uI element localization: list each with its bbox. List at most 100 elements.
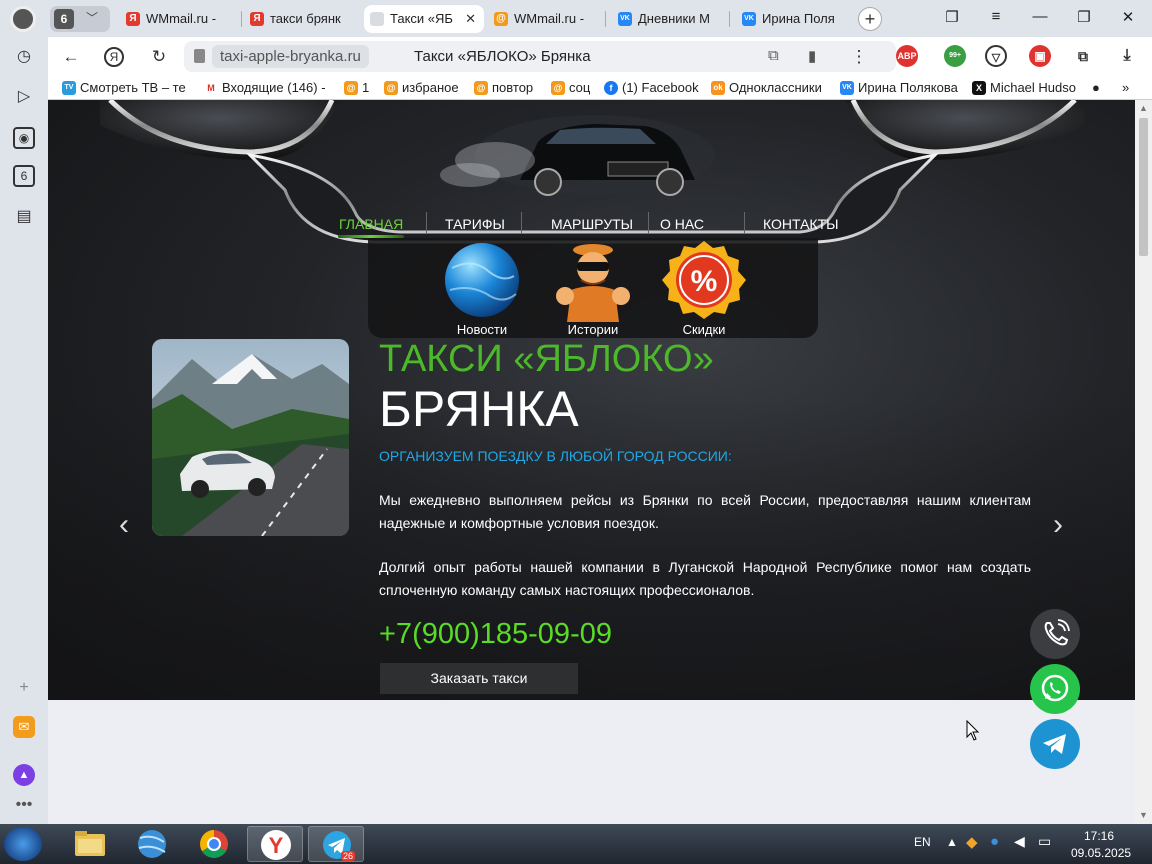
bookmark-item[interactable]: f (1) Facebook [604, 79, 699, 97]
trash-icon[interactable]: ▣ [1029, 45, 1051, 67]
submenu-news[interactable]: Новости [432, 238, 532, 337]
bookmark-icon[interactable]: ▮ [808, 47, 816, 65]
page-lower-section [48, 700, 1135, 824]
wmmail-icon: @ [474, 81, 488, 95]
keyboard-language[interactable]: EN [914, 835, 931, 849]
bookmark-item[interactable]: ok Одноклассники [711, 79, 822, 97]
mail-icon[interactable]: ✉ [13, 716, 35, 738]
bookmark-item[interactable]: VK Ирина Полякова [840, 79, 958, 97]
bookmark-item[interactable]: @ соц [551, 79, 590, 97]
yandex-logo-icon[interactable]: Я [104, 47, 124, 67]
browser-tab[interactable]: VK Дневники М [612, 5, 730, 33]
clock-icon[interactable]: ● [1092, 79, 1100, 97]
network-icon[interactable]: ▭ [1038, 833, 1051, 850]
yandex-browser-icon: Y [261, 830, 291, 860]
taskbar-telegram[interactable]: 26 [308, 826, 364, 862]
start-button[interactable] [4, 827, 42, 861]
yandex-icon: Я [250, 12, 264, 26]
nav-home[interactable]: ГЛАВНАЯ [339, 216, 403, 232]
submenu-discounts[interactable]: % Скидки [654, 238, 754, 337]
scrollbar-thumb[interactable] [1139, 118, 1148, 256]
cartoon-driver-icon [556, 244, 630, 322]
wmmail-icon: @ [551, 81, 565, 95]
volume-icon[interactable]: ◀ [1014, 833, 1025, 850]
submenu-label: Истории [567, 322, 619, 337]
taskbar-yandex-browser[interactable]: Y [247, 826, 303, 862]
profile-icon[interactable] [10, 6, 36, 32]
website-hero-section: ГЛАВНАЯ ТАРИФЫ МАРШРУТЫ О НАС КОНТАКТЫ Н… [48, 100, 1135, 700]
menu-icon[interactable]: ≡ [984, 8, 1008, 25]
address-bar[interactable]: taxi-apple-bryanka.ru Такси «ЯБЛОКО» Бря… [184, 41, 896, 72]
bookmark-item[interactable]: TV Смотреть ТВ – те [62, 79, 186, 97]
scroll-up-icon[interactable]: ▲ [1139, 103, 1148, 113]
address-page-title: Такси «ЯБЛОКО» Брянка [414, 48, 591, 65]
taskbar-chrome[interactable] [186, 826, 242, 862]
bookmark-item[interactable]: M Входящие (146) - [204, 79, 326, 97]
extensions-icon[interactable]: ⧉ [1072, 45, 1094, 67]
call-button[interactable] [1030, 609, 1080, 659]
close-tab-icon[interactable]: ✕ [465, 5, 476, 33]
wmmail-icon: @ [384, 81, 398, 95]
yandex-icon: Я [126, 12, 140, 26]
clock-date[interactable]: 09.05.2025 [1071, 846, 1131, 860]
scroll-down-icon[interactable]: ▼ [1139, 810, 1148, 820]
close-window-icon[interactable]: ✕ [1116, 8, 1140, 26]
url-domain: taxi-apple-bryanka.ru [212, 45, 369, 68]
play-icon[interactable]: ▷ [13, 86, 35, 108]
history-icon[interactable]: ◷ [13, 46, 35, 68]
screenshot-icon[interactable]: ◉ [13, 127, 35, 149]
browser-tab[interactable]: @ WMmail.ru - [488, 5, 606, 33]
adblock-plus-icon[interactable]: ABP [896, 45, 918, 67]
tray-expand-icon[interactable]: ▲ [946, 835, 958, 849]
nav-tariffs[interactable]: ТАРИФЫ [445, 216, 505, 232]
download-icon[interactable]: ⤓ [1116, 45, 1138, 67]
extension-badge-icon[interactable]: 99+ [944, 45, 966, 67]
bookmark-item[interactable]: @ избраное [384, 79, 459, 97]
browser-tab[interactable]: VK Ирина Поля [736, 5, 850, 33]
whatsapp-button[interactable] [1030, 664, 1080, 714]
shield-icon[interactable]: ▽ [985, 45, 1007, 67]
browser-tab-active[interactable]: Такси «ЯБ ✕ [364, 5, 484, 33]
bookmark-item[interactable]: X Michael Hudso [972, 79, 1078, 97]
chevron-down-icon: ﹀ [86, 11, 99, 25]
translate-icon[interactable]: ⧉ [768, 47, 779, 64]
clock-time[interactable]: 17:16 [1084, 829, 1114, 843]
tab-counter-button[interactable]: 6 ﹀ [50, 6, 110, 32]
submenu-panel: Новости Истории % Скидки [368, 238, 818, 338]
taskbar-explorer[interactable] [62, 826, 118, 862]
notes-icon[interactable]: ▤ [13, 206, 35, 228]
restore-window-icon[interactable]: ❐ [1072, 8, 1096, 26]
back-arrow-icon[interactable]: ← [60, 46, 82, 68]
alice-assistant-icon[interactable]: ▲ [13, 764, 35, 786]
order-taxi-button[interactable]: Заказать такси [380, 663, 578, 694]
telegram-button[interactable] [1030, 719, 1080, 769]
mouse-cursor-icon [966, 720, 980, 741]
nav-about[interactable]: О НАС [660, 216, 704, 232]
page-scrollbar[interactable]: ▲ ▼ [1135, 100, 1152, 824]
more-icon[interactable]: ••• [13, 794, 35, 816]
sidebar-badge[interactable]: 6 [13, 165, 35, 187]
reload-icon[interactable]: ↻ [148, 46, 170, 68]
submenu-stories[interactable]: Истории [543, 238, 643, 337]
slider-next-arrow-icon[interactable]: › [1048, 510, 1068, 540]
taskbar-ie[interactable] [124, 826, 180, 862]
more-bookmarks-icon[interactable]: » [1122, 79, 1129, 97]
bookmark-collections-icon[interactable]: ❐ [940, 8, 964, 26]
bookmark-item[interactable]: @ повтор [474, 79, 533, 97]
vk-icon: VK [742, 12, 756, 26]
browser-sidebar: ◷ ▷ ◉ 6 ▤ + ✉ ▲ ••• [0, 37, 48, 824]
new-tab-button[interactable]: + [858, 7, 882, 31]
browser-tab[interactable]: Я такси брянк [244, 5, 358, 33]
hero-phone-number[interactable]: +7(900)185-09-09 [379, 618, 612, 651]
bookmark-item[interactable]: @1 [344, 79, 369, 97]
minimize-icon[interactable]: — [1028, 8, 1052, 25]
globe-icon [138, 830, 166, 858]
tray-network-app-icon[interactable]: ● [990, 833, 999, 850]
slider-prev-arrow-icon[interactable]: ‹ [114, 510, 134, 540]
add-panel-icon[interactable]: + [13, 677, 35, 699]
browser-tab[interactable]: Я WMmail.ru - [120, 5, 242, 33]
tray-app-icon[interactable]: ◆ [966, 833, 978, 851]
kebab-menu-icon[interactable]: ⋮ [848, 46, 870, 68]
nav-routes[interactable]: МАРШРУТЫ [551, 216, 633, 232]
nav-contacts[interactable]: КОНТАКТЫ [763, 216, 839, 232]
